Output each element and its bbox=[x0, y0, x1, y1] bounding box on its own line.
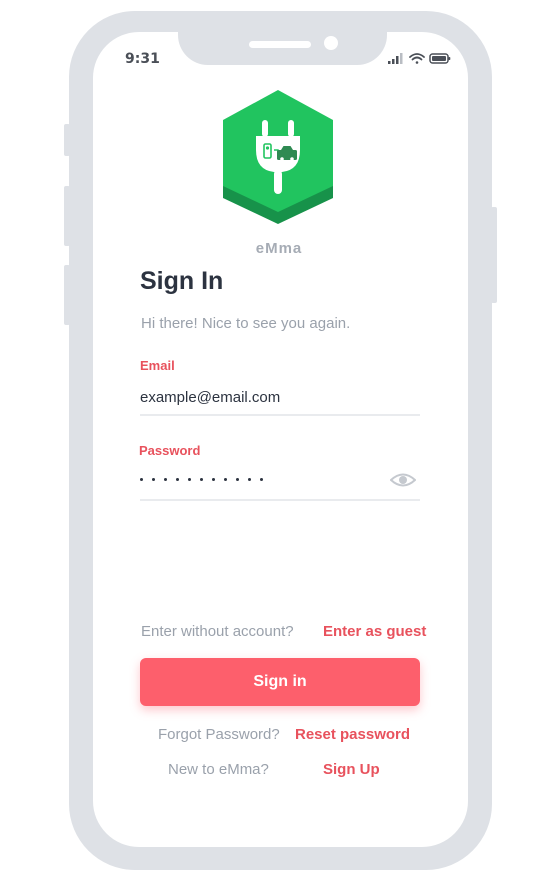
password-mask-dot bbox=[248, 478, 251, 481]
eye-icon[interactable] bbox=[390, 471, 416, 489]
enter-as-guest-link[interactable]: Enter as guest bbox=[323, 623, 426, 640]
status-time: 9:31 bbox=[125, 51, 160, 67]
page-subtitle: Hi there! Nice to see you again. bbox=[141, 315, 351, 332]
ev-plug-logo-icon bbox=[223, 90, 333, 224]
password-mask-dot bbox=[200, 478, 203, 481]
password-mask-dot bbox=[176, 478, 179, 481]
sign-in-button[interactable]: Sign in bbox=[140, 658, 420, 706]
phone-side-button bbox=[64, 186, 70, 246]
password-field[interactable] bbox=[140, 478, 263, 481]
guest-prompt: Enter without account? bbox=[141, 623, 294, 640]
phone-side-button bbox=[64, 265, 70, 325]
phone-side-button bbox=[64, 124, 70, 156]
password-underline bbox=[140, 499, 420, 501]
email-label: Email bbox=[140, 358, 175, 373]
password-mask-dot bbox=[152, 478, 155, 481]
sign-up-link[interactable]: Sign Up bbox=[323, 761, 380, 778]
app-name: eMma bbox=[255, 240, 303, 257]
page-title: Sign In bbox=[140, 267, 224, 295]
password-mask-dot bbox=[224, 478, 227, 481]
password-mask-dot bbox=[212, 478, 215, 481]
forgot-password-prompt: Forgot Password? bbox=[158, 726, 280, 743]
reset-password-link[interactable]: Reset password bbox=[295, 726, 410, 743]
password-mask-dot bbox=[164, 478, 167, 481]
front-camera bbox=[324, 36, 338, 50]
phone-side-button bbox=[491, 207, 497, 303]
battery-icon bbox=[429, 53, 451, 64]
phone-notch bbox=[178, 11, 387, 65]
cellular-signal-icon bbox=[388, 53, 403, 64]
password-mask-dot bbox=[188, 478, 191, 481]
password-label: Password bbox=[139, 443, 201, 458]
speaker-grille bbox=[249, 41, 311, 48]
password-mask-dot bbox=[236, 478, 239, 481]
password-mask-dot bbox=[260, 478, 263, 481]
password-mask-dot bbox=[140, 478, 143, 481]
email-field[interactable]: example@email.com bbox=[140, 389, 280, 406]
signup-prompt: New to eMma? bbox=[168, 761, 269, 778]
email-underline bbox=[140, 414, 420, 416]
status-icons bbox=[388, 53, 451, 64]
wifi-icon bbox=[409, 53, 425, 64]
